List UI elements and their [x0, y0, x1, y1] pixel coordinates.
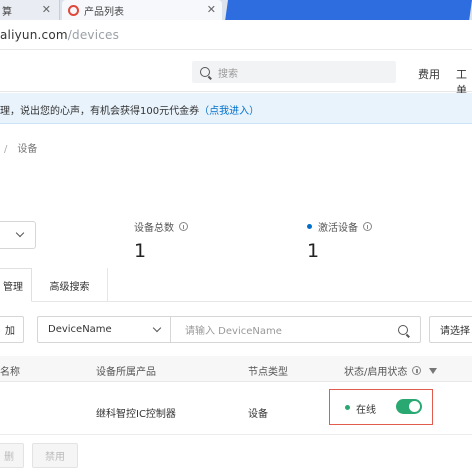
info-icon[interactable] — [363, 222, 372, 231]
browser-tab-active[interactable]: 产品列表 ✕ — [62, 0, 222, 20]
cell-node-type: 设备 — [248, 409, 268, 420]
enable-toggle[interactable] — [396, 399, 422, 414]
status-dot-icon — [307, 224, 312, 229]
chevron-down-icon — [152, 323, 162, 333]
online-status-dot-icon — [345, 405, 350, 410]
stat-label-text: 激活设备 — [318, 223, 358, 234]
url-host: aliyun.com — [0, 28, 68, 42]
close-tab-icon[interactable]: ✕ — [207, 3, 216, 16]
table-header: 名称 设备所属产品 节点类型 状态/启用状态 — [0, 356, 472, 382]
browser-accent-band — [225, 0, 472, 20]
column-header-product: 设备所属产品 — [96, 367, 156, 378]
stat-label: 激活设备 — [307, 219, 372, 234]
stat-label: 设备总数 — [134, 219, 188, 234]
breadcrumb-current: 设备 — [17, 144, 38, 155]
info-icon[interactable] — [179, 222, 188, 231]
column-header-status: 状态/启用状态 — [344, 363, 438, 378]
filter-funnel-icon[interactable] — [429, 367, 438, 374]
tab-device-management[interactable]: 管理 — [0, 268, 32, 302]
tab-advanced-search[interactable]: 高级搜索 — [32, 268, 108, 302]
device-search-placeholder: 请输入 DeviceName — [185, 326, 282, 337]
global-search-input[interactable]: 搜索 — [192, 61, 396, 83]
column-header-name: 名称 — [0, 367, 20, 378]
browser-tab-label: 算 — [2, 6, 12, 18]
info-icon[interactable] — [412, 366, 422, 375]
stat-value: 1 — [307, 240, 320, 262]
chevron-down-icon — [15, 228, 25, 238]
browser-tab-strip: 算 ✕ 产品列表 ✕ — [0, 0, 472, 20]
notice-text: 理，说出您的心声，有机会获得100元代金券（点我进入） — [0, 102, 259, 117]
search-field-value: DeviceName — [48, 324, 112, 335]
url-path: /devices — [67, 28, 120, 42]
breadcrumb: / 设备 — [4, 140, 37, 155]
console-header: 搜索 费用 工单 — [0, 50, 472, 97]
column-header-node-type: 节点类型 — [248, 367, 288, 378]
tag-filter-select[interactable]: 请选择 — [429, 316, 472, 343]
header-link-billing[interactable]: 费用 — [418, 66, 440, 82]
search-placeholder: 搜索 — [218, 68, 238, 80]
browser-tab[interactable]: 算 ✕ — [0, 0, 60, 20]
search-icon[interactable] — [398, 325, 408, 335]
stat-value: 1 — [134, 240, 147, 262]
stat-device-total: 设备总数 1 — [134, 219, 188, 262]
device-tabs: 管理 高级搜索 — [0, 268, 472, 302]
product-select[interactable] — [0, 221, 36, 249]
column-header-status-label: 状态/启用状态 — [344, 367, 408, 378]
bulk-disable-button[interactable]: 禁用 — [32, 443, 78, 468]
stat-activated-devices: 激活设备 1 — [307, 219, 372, 262]
address-bar[interactable]: aliyun.com/devices — [0, 20, 472, 50]
search-field-select[interactable]: DeviceName — [37, 316, 171, 343]
close-tab-icon[interactable]: ✕ — [42, 3, 51, 16]
breadcrumb-separator: / — [4, 144, 8, 155]
cell-status: 在线 — [356, 405, 376, 416]
bulk-delete-button[interactable]: 删 — [0, 443, 24, 468]
add-device-button[interactable]: 加 — [0, 316, 24, 343]
notice-link[interactable]: （点我进入） — [199, 106, 259, 117]
aliyun-favicon-icon — [68, 4, 79, 16]
notice-message: 理，说出您的心声，有机会获得100元代金券 — [0, 106, 200, 117]
notice-banner: 理，说出您的心声，有机会获得100元代金券（点我进入） — [0, 93, 472, 124]
cell-product[interactable]: 继科智控IC控制器 — [96, 405, 176, 420]
search-icon — [200, 67, 210, 77]
browser-tab-label: 产品列表 — [84, 6, 124, 18]
stat-label-text: 设备总数 — [134, 223, 174, 234]
url-text[interactable]: aliyun.com/devices — [0, 28, 119, 42]
device-search-input[interactable]: 请输入 DeviceName — [171, 316, 421, 343]
toggle-knob — [409, 401, 420, 412]
